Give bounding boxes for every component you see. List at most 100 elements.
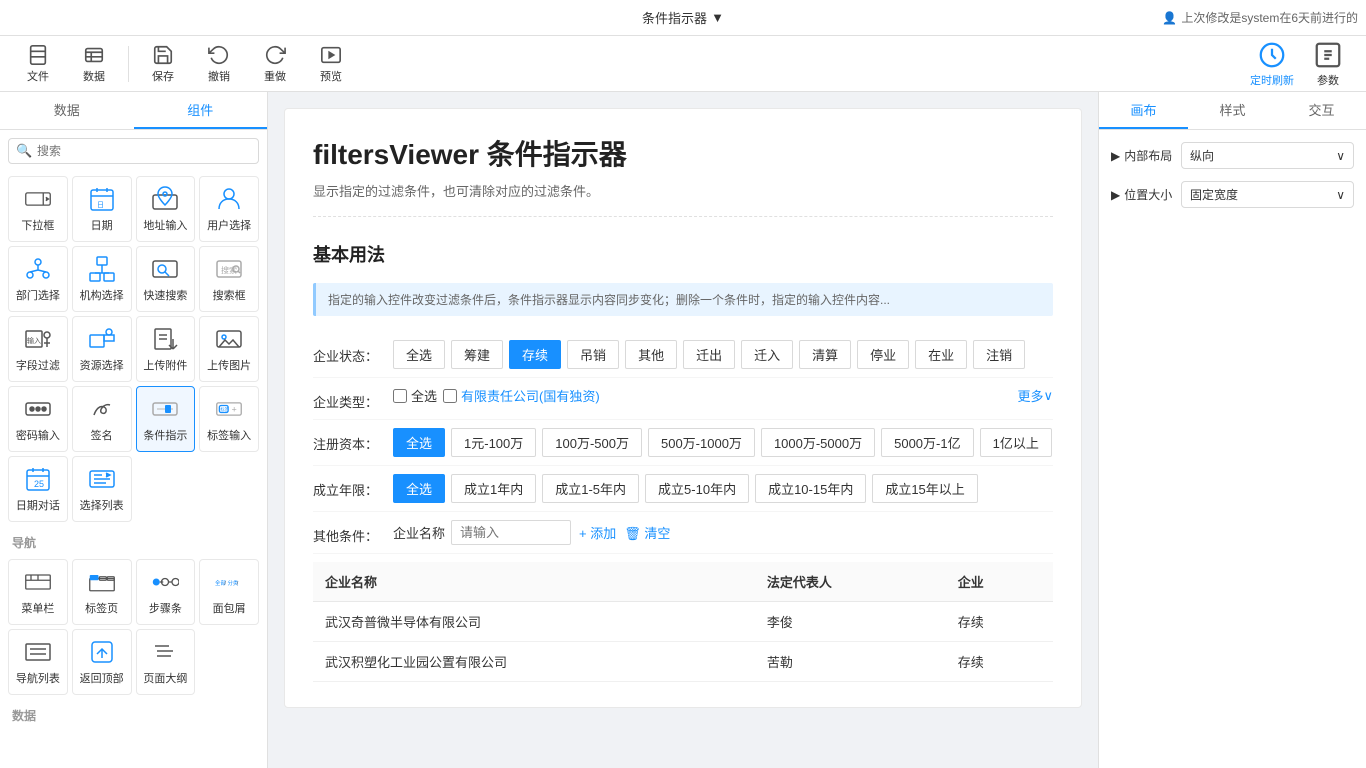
comp-navlist[interactable]: 导航列表 [8,629,68,695]
status-tag-diaoxiao[interactable]: 吊销 [567,340,619,369]
nav-component-grid: 菜单栏 标签页 [0,555,267,699]
type-all-checkbox[interactable]: 全选 [393,386,437,405]
undo-button[interactable]: 撤销 [193,40,245,88]
comp-resource-label: 资源选择 [80,357,124,373]
est-tag-4[interactable]: 成立10-15年内 [755,474,866,503]
page-indicator-label: 条件指示器 [642,8,707,27]
nav-section-title: 导航 [0,526,267,555]
capital-tag-3[interactable]: 500万-1000万 [648,428,755,457]
params-button[interactable]: 参数 [1302,40,1354,88]
comp-breadcrumb[interactable]: 全部 / 分类 / 面包屑 [199,559,259,625]
est-tag-2[interactable]: 成立1-5年内 [542,474,639,503]
type-all-check[interactable] [393,389,407,403]
timer-button[interactable]: 定时刷新 [1246,40,1298,88]
size-select[interactable]: 固定宽度 ∨ [1181,181,1354,208]
status-tag-zhuxiao[interactable]: 注销 [973,340,1025,369]
tab-interact[interactable]: 交互 [1277,92,1366,129]
other-input-field[interactable] [451,520,571,545]
file-button[interactable]: 文件 [12,40,64,88]
svg-text:输入: 输入 [27,336,41,345]
tab-data[interactable]: 数据 [0,92,134,129]
status-tag-jiujian[interactable]: 筹建 [451,340,503,369]
comp-steps[interactable]: 步骤条 [136,559,196,625]
capital-tag-all[interactable]: 全选 [393,428,445,457]
est-tag-5[interactable]: 成立15年以上 [872,474,977,503]
filter-type-row: 企业类型： 全选 有限责任公司(国有独资) 更多 ∨ [313,378,1053,420]
capital-tag-1[interactable]: 1元-100万 [451,428,536,457]
capital-tag-2[interactable]: 100万-500万 [542,428,642,457]
comp-password-label: 密码输入 [16,427,60,443]
comp-menubar[interactable]: 菜单栏 [8,559,68,625]
comp-fieldfilter[interactable]: 输入 字段过滤 [8,316,68,382]
comp-taginput[interactable]: 标签 + 标签输入 [199,386,259,452]
search-input[interactable] [8,138,259,164]
tab-canvas[interactable]: 画布 [1099,92,1188,129]
comp-password[interactable]: 密码输入 [8,386,68,452]
comp-sign[interactable]: 签名 [72,386,132,452]
status-tag-cunxu[interactable]: 存续 [509,340,561,369]
comp-outline[interactable]: 页面大纲 [136,629,196,695]
status-tag-zaiye[interactable]: 在业 [915,340,967,369]
comp-org[interactable]: 机构选择 [72,246,132,312]
capital-tag-4[interactable]: 1000万-5000万 [761,428,875,457]
type-option1-checkbox[interactable]: 有限责任公司(国有独资) [443,386,600,405]
toolbar-right: 定时刷新 参数 [1246,40,1354,88]
filter-capital-content: 全选 1元-100万 100万-500万 500万-1000万 1000万-50… [393,428,1053,457]
status-tag-qianru[interactable]: 迁入 [741,340,793,369]
redo-button[interactable]: 重做 [249,40,301,88]
comp-totop[interactable]: 返回顶部 [72,629,132,695]
comp-datedialog[interactable]: 25 日期对话 [8,456,68,522]
comp-quicksearch[interactable]: 快速搜索 [136,246,196,312]
preview-button[interactable]: 预览 [305,40,357,88]
cell-company-name: 武汉积塑化工业园公置有限公司 [313,642,755,682]
comp-tabs[interactable]: 标签页 [72,559,132,625]
more-link[interactable]: 更多 ∨ [1017,386,1053,405]
filter-other-row: 其他条件： 企业名称 + 添加 🗑 清空 [313,512,1053,554]
svg-text:标签: 标签 [220,406,229,413]
chevron-down-icon[interactable]: ▼ [711,10,724,25]
comp-condition[interactable]: 条件指示 [136,386,196,452]
comp-date[interactable]: 日 日期 [72,176,132,242]
capital-tag-5[interactable]: 5000万-1亿 [881,428,973,457]
est-tag-3[interactable]: 成立5-10年内 [645,474,749,503]
right-section: ▶ 内部布局 纵向 ∨ ▶ 位置大小 固定宽度 ∨ [1099,130,1366,232]
add-button[interactable]: + 添加 [579,523,616,542]
size-row: ▶ 位置大小 固定宽度 ∨ [1111,181,1354,208]
est-tag-1[interactable]: 成立1年内 [451,474,536,503]
comp-upload[interactable]: 上传附件 [136,316,196,382]
data-button[interactable]: 数据 [68,40,120,88]
search-icon: 🔍 [16,143,32,159]
est-tag-all[interactable]: 全选 [393,474,445,503]
capital-tag-6[interactable]: 1亿以上 [980,428,1052,457]
chevron-down-icon: ∨ [1336,149,1345,163]
arrow-right-icon: ▶ [1111,188,1120,202]
comp-resource[interactable]: 资源选择 [72,316,132,382]
chevron-down-icon: ∨ [1043,388,1053,404]
comp-selectlist[interactable]: 选择列表 [72,456,132,522]
type-option1-check[interactable] [443,389,457,403]
comp-user[interactable]: 用户选择 [199,176,259,242]
status-tag-qita[interactable]: 其他 [625,340,677,369]
layout-select[interactable]: 纵向 ∨ [1181,142,1354,169]
status-tag-all[interactable]: 全选 [393,340,445,369]
status-tag-qingjuan[interactable]: 清算 [799,340,851,369]
search-box: 🔍 [8,138,259,164]
status-tag-qianchu[interactable]: 迁出 [683,340,735,369]
comp-searchbox[interactable]: 搜索 搜索框 [199,246,259,312]
comp-address[interactable]: 地址输入 [136,176,196,242]
status-tag-tingye[interactable]: 停业 [857,340,909,369]
comp-datedialog-label: 日期对话 [16,497,60,513]
tab-component[interactable]: 组件 [134,92,268,129]
comp-taginput-label: 标签输入 [207,427,251,443]
layout-row: ▶ 内部布局 纵向 ∨ [1111,142,1354,169]
clear-button[interactable]: 🗑 清空 [624,523,670,542]
filter-capital-label: 注册资本： [313,428,393,453]
comp-dropdown[interactable]: 下拉框 [8,176,68,242]
comp-date-label: 日期 [91,217,113,233]
redo-label: 重做 [264,68,286,84]
comp-uploadimage[interactable]: 上传图片 [199,316,259,382]
comp-navlist-label: 导航列表 [16,670,60,686]
comp-dept[interactable]: 部门选择 [8,246,68,312]
tab-style[interactable]: 样式 [1188,92,1277,129]
save-button[interactable]: 保存 [137,40,189,88]
